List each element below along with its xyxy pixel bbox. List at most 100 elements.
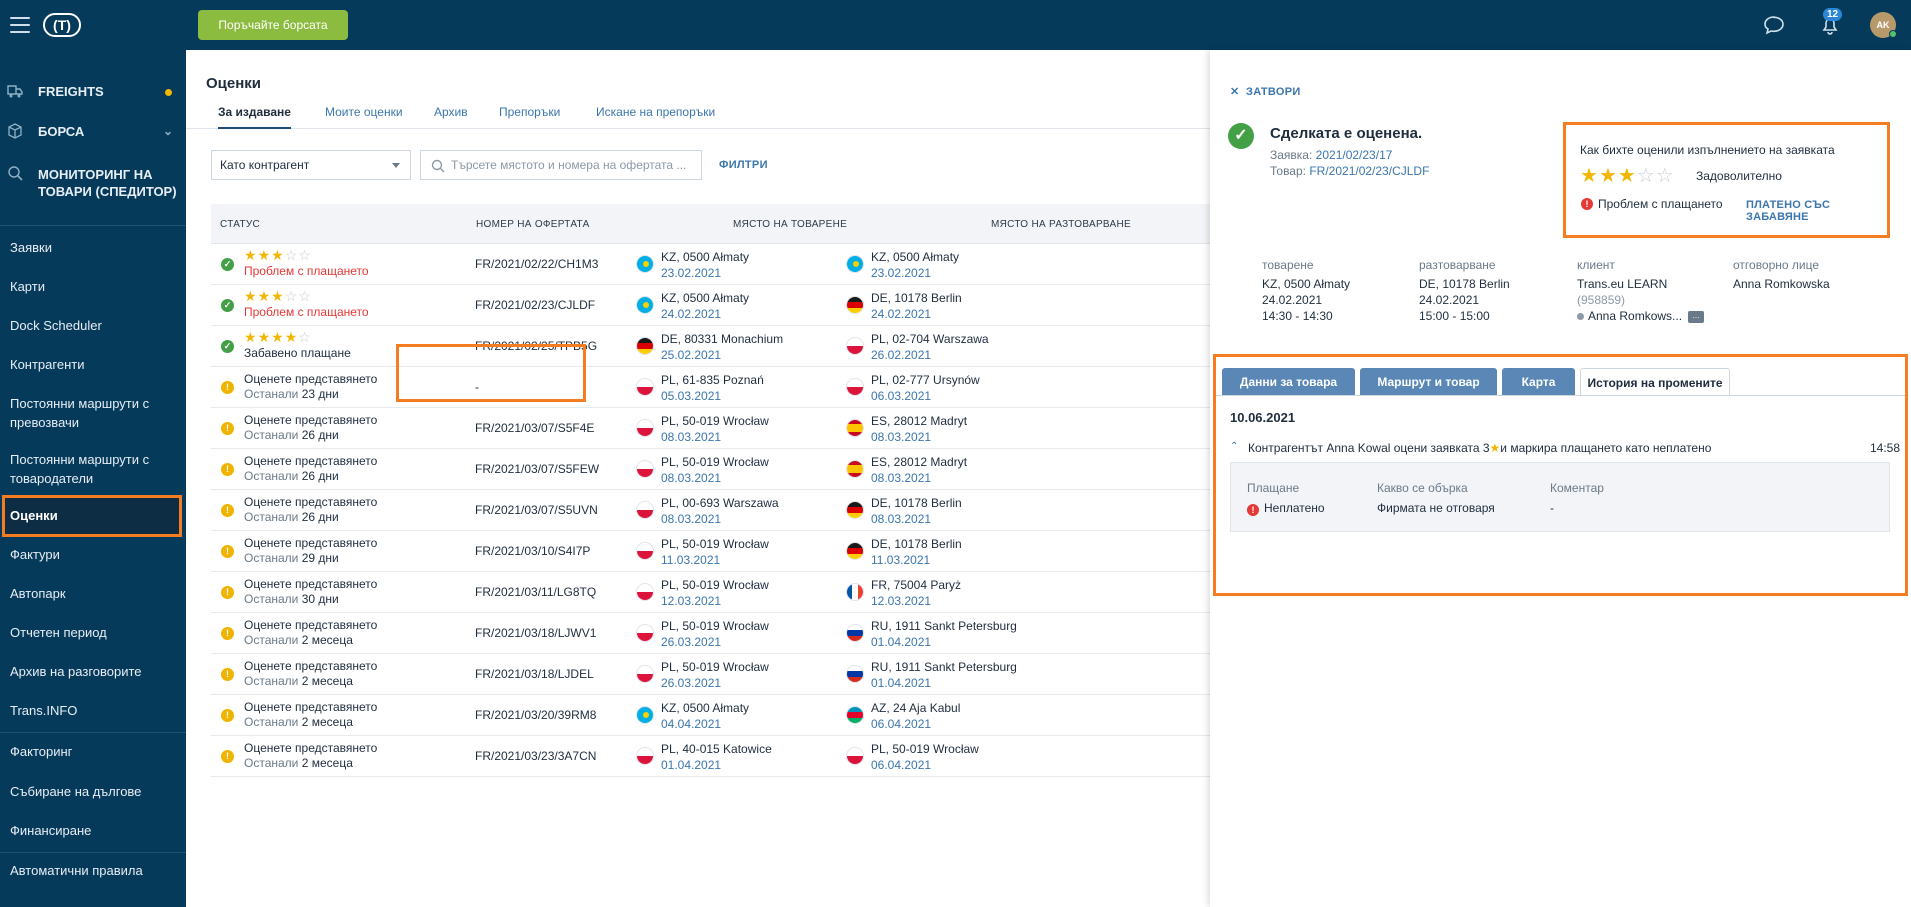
- star-empty-icon[interactable]: ☆: [1656, 165, 1675, 187]
- column-header-offer-number[interactable]: НОМЕР НА ОФЕРТАТА: [476, 219, 590, 230]
- tab-route-and-cargo[interactable]: Маршрут и товар: [1360, 368, 1497, 396]
- order-exchange-button[interactable]: Поръчайте борсата: [198, 10, 348, 40]
- offer-number[interactable]: FR/2021/03/23/3A7CN: [475, 749, 596, 763]
- table-row[interactable]: ! Оценете представянето Останали 30 дни FR/…: [211, 572, 1210, 613]
- tab-map[interactable]: Карта: [1502, 368, 1575, 396]
- tab-my-ratings[interactable]: Моите оценки: [325, 102, 403, 129]
- table-row[interactable]: ! Оценете представянето Останали 2 месеца F…: [211, 736, 1210, 777]
- table-row[interactable]: ! Оценете представянето Останали 2 месеца F…: [211, 695, 1210, 736]
- sidebar-item-debt-collection[interactable]: Събиране на дългове: [10, 782, 176, 801]
- table-row[interactable]: ! Оценете представянето Останали 29 дни FR/…: [211, 531, 1210, 572]
- sidebar-item-fleet[interactable]: Автопарк: [10, 584, 176, 603]
- contractor-role-select[interactable]: Като контрагент: [211, 150, 411, 180]
- message-icon[interactable]: …: [1688, 310, 1705, 323]
- offer-number[interactable]: FR/2021/03/07/S5F4E: [475, 421, 594, 435]
- offer-number[interactable]: FR/2021/03/07/S5FEW: [475, 462, 599, 476]
- close-button[interactable]: ✕ ЗАТВОРИ: [1230, 85, 1301, 98]
- star-filled-icon: ★: [244, 329, 258, 345]
- chevron-down-icon[interactable]: ⌄: [163, 124, 173, 138]
- location-date: 06.03.2021: [871, 389, 932, 403]
- tab-cargo-data[interactable]: Данни за товара: [1222, 368, 1355, 396]
- offer-number[interactable]: FR/2021/03/20/39RM8: [475, 708, 596, 722]
- table-row[interactable]: ! Оценете представянето Останали 26 дни FR/…: [211, 449, 1210, 490]
- location-place: PL, 50-019 Wrocław: [661, 537, 769, 551]
- offer-number[interactable]: FR/2021/03/18/LJDEL: [475, 667, 594, 681]
- sidebar-item-exchange[interactable]: БОРСА ⌄: [0, 122, 186, 142]
- flag-band: [847, 717, 863, 723]
- offer-number[interactable]: FR/2021/03/11/LG8TQ: [475, 585, 596, 599]
- pl-flag-icon: [846, 747, 864, 765]
- history-entry[interactable]: ⌃ Контрагентът Anna Kowal оцени заявката…: [1230, 441, 1900, 457]
- sidebar-item-routes-shippers[interactable]: Постоянни маршрути с товародатели: [10, 450, 176, 488]
- star-rating[interactable]: ★★★☆☆: [1580, 166, 1675, 186]
- table-row[interactable]: ! Оценете представянето Останали 2 месеца F…: [211, 613, 1210, 654]
- table-row[interactable]: ✓ ★★★☆☆ Проблем с плащането FR/2021/02/23/C…: [211, 285, 1210, 326]
- filters-link[interactable]: ФИЛТРИ: [719, 159, 768, 171]
- top-bar: (T) Поръчайте борсата 12 AK: [0, 0, 1911, 50]
- table-row[interactable]: ✓ ★★★★☆ Забавено плащане FR/2021/02/25/TPB5…: [211, 326, 1210, 367]
- sidebar-item-maps[interactable]: Карти: [10, 277, 176, 296]
- sidebar-item-freights[interactable]: FREIGHTS: [0, 82, 186, 102]
- sidebar-item-factoring[interactable]: Факторинг: [10, 742, 176, 761]
- sidebar-item-reporting-period[interactable]: Отчетен период: [10, 623, 176, 642]
- table-row[interactable]: ✓ ★★★☆☆ Проблем с плащането FR/2021/02/22/C…: [211, 244, 1210, 285]
- client-name[interactable]: Trans.eu LEARN: [1577, 276, 1747, 292]
- sidebar-item-invoices[interactable]: Фактури: [10, 545, 176, 564]
- location-date: 24.02.2021: [661, 307, 722, 321]
- search-box[interactable]: [420, 150, 702, 180]
- sidebar-item-contractors[interactable]: Контрагенти: [10, 355, 176, 374]
- column-header-status[interactable]: СТАТУС: [220, 219, 260, 230]
- tab-recommendations[interactable]: Препоръки: [499, 102, 560, 129]
- fr-flag-icon: [846, 583, 864, 601]
- offer-number[interactable]: FR/2021/03/10/S4I7P: [475, 544, 590, 558]
- sidebar-item-chat-archive[interactable]: Архив на разговорите: [10, 662, 176, 681]
- page-title: Оценки: [206, 75, 262, 92]
- paid-late-link[interactable]: ПЛАТЕНО СЪС ЗАБАВЯНЕ: [1746, 199, 1887, 223]
- remaining-value: 2 месеца: [301, 674, 353, 688]
- offer-number[interactable]: FR/2021/03/07/S5UVN: [475, 503, 598, 517]
- tab-change-history[interactable]: История на промените: [1580, 368, 1730, 396]
- table-row[interactable]: ! Оценете представянето Останали 26 дни FR/…: [211, 408, 1210, 449]
- star-empty-icon: ☆: [298, 288, 312, 304]
- column-header-unloading-place[interactable]: МЯСТО НА РАЗТОВАРВАНЕ: [991, 219, 1131, 230]
- star-filled-icon[interactable]: ★: [1618, 165, 1637, 187]
- sidebar-item-dock-scheduler[interactable]: Dock Scheduler: [10, 316, 176, 335]
- search-input[interactable]: [451, 155, 696, 175]
- location-date: 08.03.2021: [871, 430, 932, 444]
- warning-icon: !: [221, 709, 234, 722]
- sidebar-item-trans-info[interactable]: Trans.INFO: [10, 701, 176, 720]
- order-link[interactable]: 2021/02/23/17: [1316, 148, 1393, 162]
- sidebar-item-financing[interactable]: Финансиране: [10, 821, 176, 840]
- history-entry-details: Плащане ! Неплатено Какво се обърка Фирма…: [1230, 462, 1890, 532]
- client-person[interactable]: Anna Romkows...: [1588, 309, 1682, 323]
- sidebar-item-orders[interactable]: Заявки: [10, 238, 176, 257]
- menu-icon[interactable]: [10, 17, 30, 33]
- sidebar-item-ratings[interactable]: Оценки: [10, 506, 176, 525]
- logo[interactable]: (T): [43, 13, 81, 37]
- star-rating: ★★★★☆: [244, 330, 312, 344]
- chat-icon[interactable]: [1762, 13, 1786, 37]
- star-filled-icon[interactable]: ★: [1599, 165, 1618, 187]
- tab-to-issue[interactable]: За издаване: [218, 102, 291, 129]
- offer-number[interactable]: FR/2021/02/22/CH1M3: [475, 257, 598, 271]
- star-empty-icon: ☆: [284, 247, 299, 263]
- offer-number[interactable]: FR/2021/03/18/LJWV1: [475, 626, 596, 640]
- column-header-loading-place[interactable]: МЯСТО НА ТОВАРЕНЕ: [733, 219, 847, 230]
- remaining-value: 26 дни: [301, 510, 339, 524]
- sidebar-item-monitoring[interactable]: МОНИТОРИНГ НА ТОВАРИ (СПЕДИТОР): [0, 164, 186, 204]
- history-text-before: Контрагентът Anna Kowal оцени заявката 3: [1248, 441, 1490, 455]
- chevron-up-icon[interactable]: ⌃: [1230, 441, 1240, 452]
- table-row[interactable]: ! Оценете представянето Останали 2 месеца F…: [211, 654, 1210, 695]
- star-filled-icon[interactable]: ★: [1580, 165, 1599, 187]
- offer-number[interactable]: FR/2021/02/23/CJLDF: [475, 298, 595, 312]
- sidebar-item-automatic-rules[interactable]: Автоматични правила: [10, 861, 176, 880]
- star-empty-icon[interactable]: ☆: [1637, 165, 1656, 187]
- tab-archive[interactable]: Архив: [434, 102, 468, 129]
- sidebar-item-routes-carriers[interactable]: Постоянни маршрути с превозвачи: [10, 394, 176, 432]
- table-row[interactable]: ! Оценете представянето Останали 26 дни FR/…: [211, 490, 1210, 531]
- cargo-link[interactable]: FR/2021/02/23/CJLDF: [1309, 164, 1429, 178]
- table-row[interactable]: ! Оценете представянето Останали 23 дни - PL…: [211, 367, 1210, 408]
- status-remaining: Останали 2 месеца: [244, 674, 353, 688]
- tab-request-recommendations[interactable]: Искане на препоръки: [596, 102, 715, 129]
- location-place: PL, 61-835 Poznań: [661, 373, 764, 387]
